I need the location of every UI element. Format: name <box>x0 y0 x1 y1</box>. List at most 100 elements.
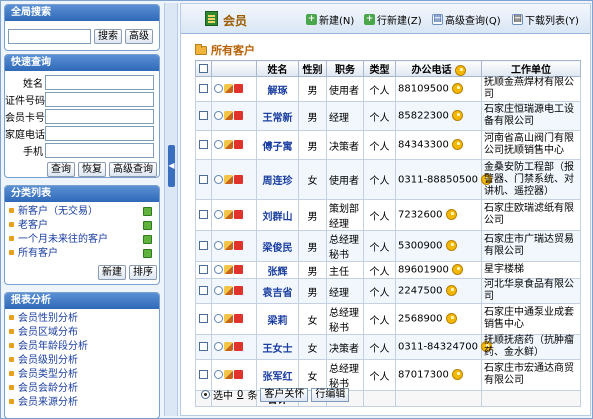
search-button[interactable]: 搜索 <box>94 29 122 44</box>
dial-phone-icon[interactable] <box>451 369 463 381</box>
row-new-button[interactable]: + 行新建(Z) <box>364 12 422 27</box>
new-button[interactable]: + 新建(N) <box>306 12 354 27</box>
category-item[interactable]: 老客户 <box>9 219 155 233</box>
table-row[interactable]: 袁吉省男经理 个人 2247500 河北华泉食品有限公司 <box>195 278 581 304</box>
collapse-sidebar-icon[interactable]: ◀ <box>168 145 175 187</box>
view-icon[interactable] <box>214 241 223 250</box>
report-item[interactable]: 会员级别分析 <box>9 354 155 368</box>
dial-phone-icon[interactable] <box>451 139 463 151</box>
category-item[interactable]: 所有客户 <box>9 247 155 261</box>
view-icon[interactable] <box>214 314 223 323</box>
view-icon[interactable] <box>214 370 223 379</box>
row-checkbox[interactable] <box>199 84 208 93</box>
customer-name-link[interactable]: 傅子寓 <box>256 130 299 160</box>
category-label[interactable]: 新客户（无交易） <box>18 206 98 217</box>
customer-name-link[interactable]: 解琢 <box>256 76 299 102</box>
column-header[interactable]: 办公电话 <box>395 60 482 77</box>
edit-icon[interactable] <box>224 174 233 184</box>
id-number-input[interactable] <box>45 92 154 107</box>
new-category-button[interactable]: 新建 <box>98 265 126 280</box>
delete-icon[interactable] <box>234 286 243 295</box>
edit-icon[interactable] <box>224 286 233 295</box>
row-checkbox[interactable] <box>199 111 208 120</box>
download-list-button[interactable]: ▤ 下载列表(Y) <box>512 12 579 27</box>
row-checkbox[interactable] <box>199 286 208 295</box>
dial-phone-icon[interactable] <box>451 83 463 95</box>
report-item[interactable]: 会员区域分布 <box>9 326 155 340</box>
table-row[interactable]: 刘群山男策划部经理 个人 7232600 石家庄欧瑞滤纸有限公司 <box>195 199 581 231</box>
edit-icon[interactable] <box>224 140 233 149</box>
table-row[interactable]: 周连珍女使用者 个人 0311-88850500 金桑安防工程部（报警器、门禁系统、对… <box>195 159 581 200</box>
row-checkbox[interactable] <box>199 314 208 323</box>
view-icon[interactable] <box>214 111 223 120</box>
column-header[interactable]: 职务 <box>326 60 364 77</box>
view-icon[interactable] <box>214 84 223 93</box>
report-item[interactable]: 会员年龄段分析 <box>9 340 155 354</box>
delete-icon[interactable] <box>234 265 243 274</box>
sort-button[interactable]: 排序 <box>129 265 157 280</box>
edit-icon[interactable] <box>224 265 233 274</box>
table-row[interactable]: 张辉男主任 个人 89601900 星宇楼梯 <box>195 261 581 279</box>
table-row[interactable]: 王常新男经理 个人 85822300 石家庄恒瑞源电工设备有限公司 <box>195 101 581 131</box>
category-label[interactable]: 老客户 <box>18 220 48 231</box>
dial-phone-icon[interactable] <box>451 110 463 122</box>
view-icon[interactable] <box>214 210 223 219</box>
row-checkbox[interactable] <box>199 140 208 149</box>
category-item[interactable]: 新客户（无交易） <box>9 205 155 219</box>
delete-icon[interactable] <box>234 370 243 379</box>
customer-care-button[interactable]: 客户关怀 <box>260 387 309 402</box>
select-all-checkbox[interactable] <box>199 63 208 73</box>
query-button[interactable]: 查询 <box>47 162 75 177</box>
selected-radio[interactable] <box>201 390 210 399</box>
category-label[interactable]: 所有客户 <box>18 248 58 259</box>
edit-icon[interactable] <box>224 111 233 120</box>
report-item[interactable]: 会员性别分析 <box>9 312 155 326</box>
edit-icon[interactable] <box>224 241 233 250</box>
dial-phone-icon[interactable] <box>445 240 457 252</box>
customer-name-link[interactable]: 王常新 <box>256 101 299 131</box>
column-header[interactable]: 类型 <box>363 60 396 77</box>
category-item[interactable]: 一个月未来往的客户 <box>9 233 155 247</box>
dial-phone-icon[interactable] <box>445 285 457 297</box>
home-phone-input[interactable] <box>45 126 154 141</box>
advanced-search-button[interactable]: 高级 <box>125 29 153 44</box>
row-edit-button[interactable]: 行编辑 <box>311 387 350 402</box>
customer-name-link[interactable]: 梁莉 <box>256 303 299 335</box>
global-search-input[interactable] <box>8 29 91 44</box>
advanced-query-toolbar-button[interactable]: ▤ 高级查询(Q) <box>432 12 501 27</box>
delete-icon[interactable] <box>234 314 243 323</box>
mobile-input[interactable] <box>45 143 154 158</box>
customer-name-link[interactable]: 袁吉省 <box>256 278 299 304</box>
customer-name-link[interactable]: 张军红 <box>256 359 299 391</box>
customer-name-link[interactable]: 王女士 <box>256 334 299 360</box>
customer-name-link[interactable]: 梁俊民 <box>256 230 299 262</box>
report-item[interactable]: 会员会龄分析 <box>9 382 155 396</box>
category-edit-icon[interactable] <box>143 207 152 216</box>
edit-icon[interactable] <box>224 314 233 323</box>
delete-icon[interactable] <box>234 174 243 184</box>
row-checkbox[interactable] <box>199 342 208 351</box>
customer-name-link[interactable]: 刘群山 <box>256 199 299 231</box>
customer-name-link[interactable]: 张辉 <box>256 261 299 279</box>
delete-icon[interactable] <box>234 111 243 120</box>
view-icon[interactable] <box>214 174 223 184</box>
view-icon[interactable] <box>214 140 223 149</box>
table-row[interactable]: 王女士女决策者 个人 0311-84324700 抚顺抚痞药（抗肿瘤药、金水鲜） <box>195 334 581 360</box>
table-row[interactable]: 傅子寓男决策者 个人 84343300 河南省高山阀门有限公司抚顺销售中心 <box>195 130 581 160</box>
customer-name-link[interactable]: 周连珍 <box>256 159 299 200</box>
row-checkbox[interactable] <box>199 265 208 274</box>
member-card-input[interactable] <box>45 109 154 124</box>
table-row[interactable]: 梁莉女总经理秘书 个人 2568900 石家庄中通泵业成套销售中心 <box>195 303 581 335</box>
view-icon[interactable] <box>214 265 223 274</box>
column-header[interactable]: 姓名 <box>256 60 299 77</box>
row-checkbox[interactable] <box>199 370 208 379</box>
edit-icon[interactable] <box>224 84 233 93</box>
category-edit-icon[interactable] <box>143 235 152 244</box>
row-checkbox[interactable] <box>199 241 208 250</box>
delete-icon[interactable] <box>234 210 243 219</box>
category-edit-icon[interactable] <box>143 249 152 258</box>
delete-icon[interactable] <box>234 140 243 149</box>
view-icon[interactable] <box>214 342 223 351</box>
dial-phone-icon[interactable] <box>451 264 463 276</box>
edit-icon[interactable] <box>224 210 233 219</box>
